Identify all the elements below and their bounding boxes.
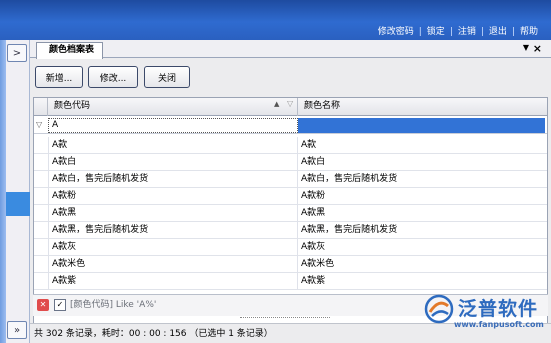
sort-ascending-icon[interactable]: ▲: [274, 100, 279, 108]
cell-color-code[interactable]: A款黑: [48, 205, 298, 222]
cell-color-code[interactable]: A款: [48, 137, 298, 154]
grid-rows: A款 A款 A款白 A款白 A款白，售完后随机发货 A款白，售完后随机发货 A款粉 A款粉 A款…: [34, 137, 547, 290]
cell-color-code[interactable]: A款白: [48, 154, 298, 171]
cell-color-name[interactable]: A款白: [298, 154, 547, 171]
collapse-panel-button[interactable]: »: [7, 321, 27, 339]
cell-color-code[interactable]: A款粉: [48, 188, 298, 205]
color-name-filter-cell[interactable]: [298, 118, 545, 133]
status-text: 共 302 条记录，耗时：00 : 00 : 156 （已选中 1 条记录）: [34, 329, 273, 339]
cell-color-name[interactable]: A款粉: [298, 188, 547, 205]
close-button[interactable]: 关闭: [144, 66, 190, 88]
tab-color-archive[interactable]: 颜色档案表: [36, 42, 104, 59]
cell-color-name[interactable]: A款黑，售完后随机发货: [298, 222, 547, 239]
cell-color-name[interactable]: A款灰: [298, 239, 547, 256]
grid-header: 颜色代码 ▲ ▽ 颜色名称: [34, 98, 547, 116]
table-row[interactable]: A款紫 A款紫: [34, 273, 547, 290]
brand-watermark: 泛普软件 www.fanpusoft.com: [420, 292, 551, 343]
column-filter-icon[interactable]: ▽: [287, 99, 293, 108]
cell-color-name[interactable]: A款: [298, 137, 547, 154]
cell-color-name[interactable]: A款黑: [298, 205, 547, 222]
cell-color-code[interactable]: A款米色: [48, 256, 298, 273]
cell-color-name[interactable]: A款白，售完后随机发货: [298, 171, 547, 188]
rail-active-indicator: [6, 192, 30, 216]
clear-filter-icon[interactable]: ✕: [37, 299, 49, 311]
table-row[interactable]: A款粉 A款粉: [34, 188, 547, 205]
double-chevron-icon: »: [13, 324, 21, 336]
top-menu: 修改密码 | 锁定 | 注销 | 退出 | 帮助: [373, 25, 543, 39]
menu-logout[interactable]: 注销: [453, 25, 481, 39]
edit-button[interactable]: 修改...: [88, 66, 138, 88]
filter-expression[interactable]: [颜色代码] Like 'A%': [70, 299, 156, 311]
table-row[interactable]: A款黑，售完后随机发货 A款黑，售完后随机发货: [34, 222, 547, 239]
app-header: 修改密码 | 锁定 | 注销 | 退出 | 帮助: [0, 0, 551, 40]
table-row[interactable]: A款 A款: [34, 137, 547, 154]
column-header-color-name[interactable]: 颜色名称: [298, 98, 547, 116]
brand-name: 泛普软件: [458, 298, 539, 320]
menu-help[interactable]: 帮助: [515, 25, 543, 39]
row-indicator-header: [34, 98, 48, 116]
new-button[interactable]: 新增...: [35, 66, 83, 88]
chevron-right-icon: >: [12, 47, 22, 59]
splitter-grip[interactable]: [240, 317, 330, 321]
close-tab-icon[interactable]: ×: [533, 42, 542, 55]
cell-color-code[interactable]: A款灰: [48, 239, 298, 256]
filter-funnel-icon: ▽: [36, 120, 43, 129]
cell-color-code[interactable]: A款黑，售完后随机发货: [48, 222, 298, 239]
table-row[interactable]: A款黑 A款黑: [34, 205, 547, 222]
brand-logo-icon: [424, 294, 454, 324]
table-row[interactable]: A款白，售完后随机发货 A款白，售完后随机发货: [34, 171, 547, 188]
expand-panel-button[interactable]: >: [7, 44, 27, 62]
cell-color-code[interactable]: A款白，售完后随机发货: [48, 171, 298, 188]
tab-dropdown-icon[interactable]: ▼: [523, 43, 529, 52]
menu-lock[interactable]: 锁定: [422, 25, 450, 39]
left-navigation-rail: > »: [0, 40, 30, 343]
menu-exit[interactable]: 退出: [484, 25, 512, 39]
color-code-filter-input[interactable]: A: [48, 118, 298, 133]
cell-color-name[interactable]: A款紫: [298, 273, 547, 290]
cell-color-code[interactable]: A款紫: [48, 273, 298, 290]
table-row[interactable]: A款灰 A款灰: [34, 239, 547, 256]
tab-strip: 颜色档案表 ▼ ×: [30, 40, 551, 59]
table-row[interactable]: A款白 A款白: [34, 154, 547, 171]
brand-url: www.fanpusoft.com: [454, 320, 544, 329]
column-header-color-code[interactable]: 颜色代码: [48, 98, 298, 116]
menu-change-password[interactable]: 修改密码: [373, 25, 419, 39]
filter-enable-checkbox[interactable]: ✓: [54, 299, 66, 311]
table-row[interactable]: A款米色 A款米色: [34, 256, 547, 273]
toolbar: 新增... 修改... 关闭: [30, 59, 551, 95]
auto-filter-row: ▽ A: [34, 117, 547, 134]
cell-color-name[interactable]: A款米色: [298, 256, 547, 273]
